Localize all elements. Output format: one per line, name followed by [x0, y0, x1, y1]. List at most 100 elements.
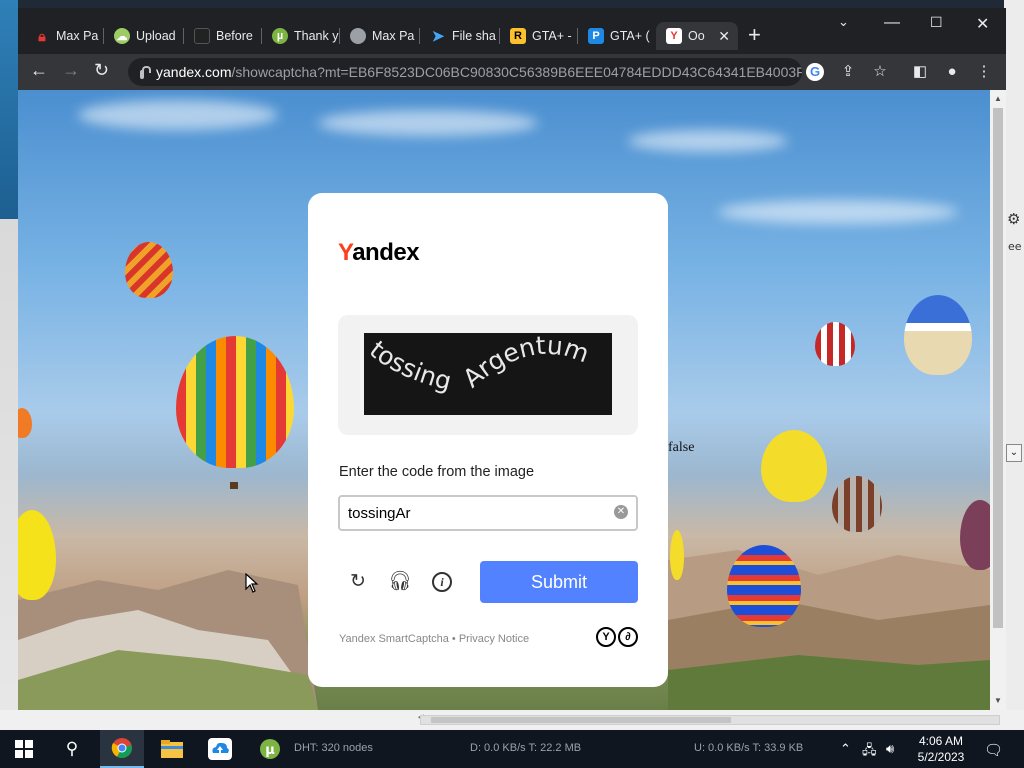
- volume-icon[interactable]: 🔊︎: [886, 741, 894, 757]
- url-path: /showcaptcha?mt=EB6F8523DC06BC90830C5638…: [231, 64, 802, 80]
- tab-7[interactable]: P GTA+ (: [578, 22, 656, 50]
- upload-status: U: 0.0 KB/s T: 33.9 KB: [694, 742, 804, 754]
- rockstar-icon: R: [510, 28, 526, 44]
- menu-icon[interactable]: ⋮: [974, 62, 994, 82]
- refresh-icon[interactable]: ↻: [346, 570, 370, 594]
- tab-0[interactable]: 🔒︎ Max Pa: [24, 22, 104, 50]
- svg-text:µ: µ: [265, 743, 275, 758]
- close-tab-icon[interactable]: ✕: [718, 28, 730, 45]
- info-icon[interactable]: i: [432, 572, 452, 592]
- tab-label: GTA+ -: [532, 29, 572, 43]
- stray-page-text: false: [668, 440, 695, 455]
- google-icon[interactable]: G: [806, 63, 824, 81]
- file-explorer-icon[interactable]: [150, 730, 194, 768]
- tab-label: Thank y: [294, 29, 339, 43]
- system-clock[interactable]: 4:06 AM 5/2/2023: [912, 733, 970, 765]
- hot-air-balloon: [727, 545, 801, 627]
- profile-icon[interactable]: ●: [942, 62, 962, 82]
- clock-time: 4:06 AM: [918, 734, 964, 748]
- cloud-icon: ☁: [114, 28, 130, 44]
- submit-button[interactable]: Submit: [480, 561, 638, 603]
- search-icon[interactable]: ⚲: [50, 730, 94, 768]
- headphones-icon[interactable]: 🎧︎: [388, 570, 412, 594]
- new-tab-button[interactable]: +: [748, 24, 761, 46]
- hot-air-balloon: [176, 336, 294, 468]
- tab-label: File sha: [452, 29, 496, 43]
- playstation-icon: P: [588, 28, 604, 44]
- desktop-left-edge: [0, 0, 18, 730]
- utorrent-icon: µ: [272, 28, 288, 44]
- start-button[interactable]: [2, 730, 46, 768]
- bookmark-star-icon[interactable]: ☆: [870, 62, 890, 82]
- captcha-actions: ↻ 🎧︎ i Submit: [338, 561, 638, 603]
- network-icon[interactable]: 🖧︎: [862, 741, 877, 763]
- tab-label: Upload: [136, 29, 176, 43]
- shield-icon: [194, 28, 210, 44]
- desktop-right-edge: ⚙ ee ⌄: [1004, 0, 1024, 730]
- lock-icon: 🔒︎: [38, 27, 46, 44]
- hot-air-balloon: [670, 530, 684, 580]
- tab-label: Max Pa: [372, 29, 415, 43]
- share-icon[interactable]: ⇪: [838, 62, 858, 82]
- url-host: yandex.com: [156, 64, 232, 80]
- tab-2[interactable]: Before: [184, 22, 262, 50]
- smartcaptcha-logo: Y ∂: [596, 627, 638, 647]
- tab-label: Before: [216, 29, 253, 43]
- globe-icon: [350, 28, 366, 44]
- scrollbar-thumb[interactable]: [993, 108, 1003, 628]
- background-window-scrollbar[interactable]: <: [0, 710, 1024, 730]
- wing-icon: ➤: [431, 28, 445, 45]
- address-bar[interactable]: yandex.com/showcaptcha?mt=EB6F8523DC06BC…: [128, 58, 802, 86]
- tab-4[interactable]: Max Pa: [340, 22, 420, 50]
- tab-active-yandex[interactable]: Y Oo ✕: [656, 22, 738, 50]
- notifications-icon[interactable]: 🗨︎: [984, 741, 1003, 759]
- hot-air-balloon: [18, 408, 32, 438]
- dht-status: DHT: 320 nodes: [294, 742, 373, 754]
- tab-3[interactable]: µ Thank y: [262, 22, 340, 50]
- scroll-down-arrow[interactable]: ▼: [994, 696, 1002, 705]
- tab-label: Max Pa: [56, 29, 99, 43]
- tab-5[interactable]: ➤ File sha: [420, 22, 500, 50]
- captcha-image-panel: tossing Argentum: [338, 315, 638, 435]
- close-window-button[interactable]: ✕: [976, 14, 989, 34]
- download-status: D: 0.0 KB/s T: 22.2 MB: [470, 742, 582, 754]
- forward-button[interactable]: →: [62, 60, 80, 81]
- captcha-footer[interactable]: Yandex SmartCaptcha • Privacy Notice: [339, 633, 529, 645]
- page-scrollbar[interactable]: ▲ ▼: [990, 90, 1006, 710]
- back-button[interactable]: ←: [30, 60, 48, 81]
- captcha-input[interactable]: [348, 503, 608, 523]
- tab-1[interactable]: ☁ Upload: [104, 22, 184, 50]
- hot-air-balloon: [761, 430, 827, 502]
- tab-label: GTA+ (: [610, 29, 650, 43]
- side-panel-icon[interactable]: ◧: [910, 62, 930, 82]
- scroll-up-arrow[interactable]: ▲: [994, 94, 1002, 103]
- maximize-button[interactable]: ☐: [930, 14, 943, 31]
- utorrent-taskbar-icon[interactable]: µ: [248, 730, 292, 768]
- chrome-taskbar-icon[interactable]: [100, 730, 144, 768]
- hot-air-balloon: [904, 295, 972, 375]
- tab-label: Oo: [688, 29, 705, 43]
- yandex-icon: Y: [666, 28, 682, 44]
- page-background: false Yandex tossing Argentum Enter the …: [18, 90, 990, 710]
- cloud-upload-icon[interactable]: [198, 730, 242, 768]
- chevron-down-icon[interactable]: ⌄: [1006, 444, 1022, 462]
- captcha-image: tossing Argentum: [364, 333, 612, 415]
- tab-6[interactable]: R GTA+ -: [500, 22, 578, 50]
- clock-date: 5/2/2023: [917, 750, 965, 764]
- lock-icon[interactable]: [140, 65, 151, 79]
- tab-search-icon[interactable]: ⌄: [838, 14, 849, 30]
- captcha-card: Yandex tossing Argentum Enter the code f…: [308, 193, 668, 687]
- clear-input-icon[interactable]: ✕: [614, 505, 628, 519]
- captcha-prompt: Enter the code from the image: [339, 464, 535, 480]
- tray-overflow-icon[interactable]: ⌃: [840, 741, 851, 757]
- hot-air-balloon: [125, 242, 173, 298]
- captcha-input-field[interactable]: ✕: [338, 495, 638, 531]
- tab-strip: 🔒︎ Max Pa ☁ Upload Before µ Thank y Max …: [18, 8, 1006, 54]
- minimize-button[interactable]: —: [884, 14, 900, 32]
- windows-taskbar: ⚲ µ DHT: 320 nodes D: 0.0 KB/s T: 22.2 M…: [0, 730, 1024, 768]
- hot-air-balloon: [815, 322, 855, 366]
- gear-icon[interactable]: ⚙: [1007, 210, 1020, 228]
- reload-button[interactable]: ↻: [94, 60, 109, 81]
- hot-air-balloon: [832, 476, 882, 532]
- yandex-logo: Yandex: [338, 239, 420, 266]
